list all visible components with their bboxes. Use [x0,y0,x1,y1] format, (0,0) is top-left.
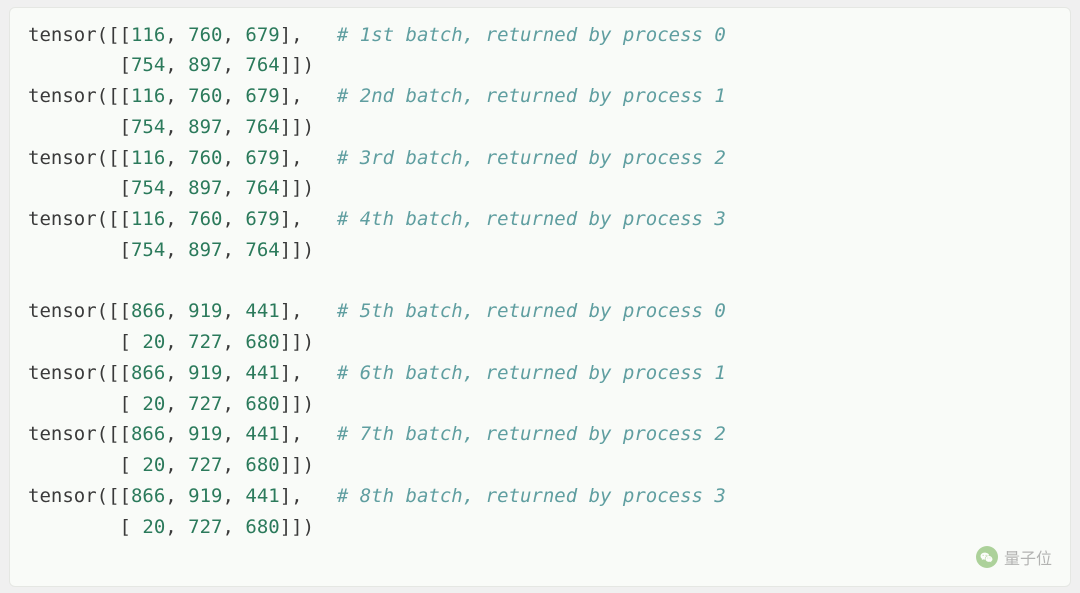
code-line: [754, 897, 764]]) [28,235,1052,266]
code-line: [ 20, 727, 680]]) [28,450,1052,481]
code-line: tensor([[116, 760, 679], # 3rd batch, re… [28,143,1052,174]
blank-line [28,266,1052,297]
code-line: [ 20, 727, 680]]) [28,327,1052,358]
watermark-text: 量子位 [1004,545,1052,569]
code-line: tensor([[116, 760, 679], # 2nd batch, re… [28,81,1052,112]
code-line: tensor([[866, 919, 441], # 7th batch, re… [28,419,1052,450]
wechat-icon [976,546,998,568]
code-line: [754, 897, 764]]) [28,50,1052,81]
code-line: [754, 897, 764]]) [28,173,1052,204]
watermark: 量子位 [976,545,1052,569]
code-line: tensor([[866, 919, 441], # 5th batch, re… [28,296,1052,327]
code-line: [754, 897, 764]]) [28,112,1052,143]
code-line: tensor([[116, 760, 679], # 1st batch, re… [28,20,1052,51]
code-line: tensor([[866, 919, 441], # 6th batch, re… [28,358,1052,389]
code-line: [ 20, 727, 680]]) [28,389,1052,420]
code-line: tensor([[866, 919, 441], # 8th batch, re… [28,481,1052,512]
code-block: tensor([[116, 760, 679], # 1st batch, re… [9,7,1071,587]
code-line: [ 20, 727, 680]]) [28,512,1052,543]
code-line: tensor([[116, 760, 679], # 4th batch, re… [28,204,1052,235]
